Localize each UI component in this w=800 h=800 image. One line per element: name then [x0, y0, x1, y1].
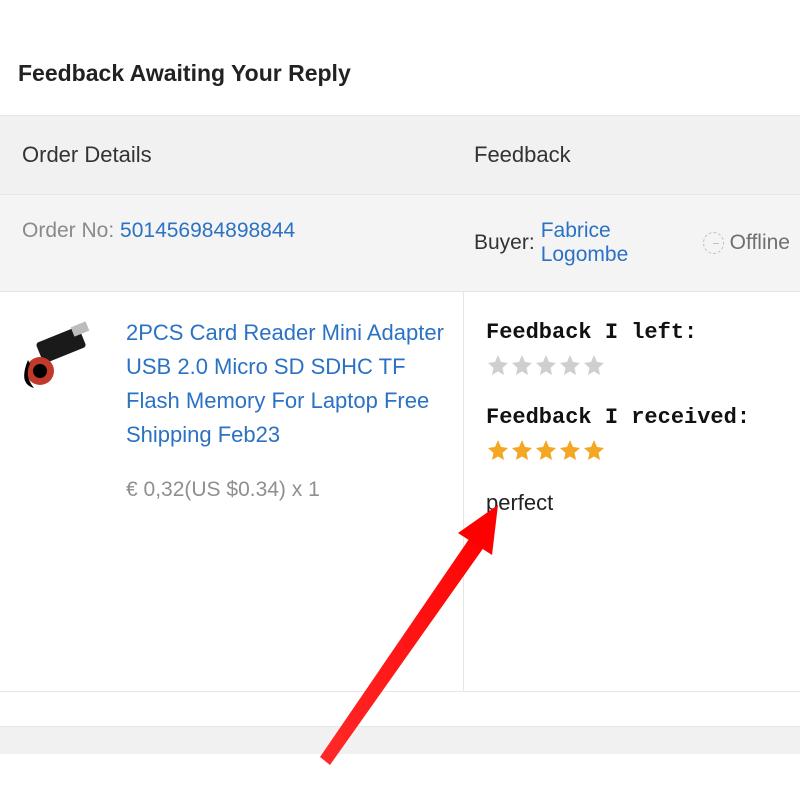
star-icon — [534, 353, 558, 377]
star-icon — [510, 438, 534, 462]
feedback-body-row: 2PCS Card Reader Mini Adapter USB 2.0 Mi… — [0, 292, 800, 692]
feedback-left-stars — [486, 353, 778, 377]
buyer-cell: Buyer: Fabrice Logombe Offline — [464, 219, 800, 267]
feedback-received-text: perfect — [486, 490, 778, 516]
feedback-cell: Feedback I left: Feedback I received: pe… — [464, 292, 800, 691]
footer-bar — [0, 726, 800, 754]
clock-icon — [703, 232, 724, 254]
feedback-received-label: Feedback I received: — [486, 405, 778, 430]
feedback-received-stars — [486, 438, 778, 462]
order-no-label: Order No: — [22, 219, 120, 242]
table-header-row: Order Details Feedback — [0, 115, 800, 195]
buyer-status: Offline — [730, 231, 790, 255]
star-icon — [558, 353, 582, 377]
product-title-link[interactable]: 2PCS Card Reader Mini Adapter USB 2.0 Mi… — [126, 316, 445, 452]
feedback-left-label: Feedback I left: — [486, 320, 778, 345]
product-thumbnail[interactable] — [18, 316, 108, 406]
product-cell: 2PCS Card Reader Mini Adapter USB 2.0 Mi… — [0, 292, 464, 691]
buyer-label: Buyer: — [474, 231, 535, 255]
star-icon — [510, 353, 534, 377]
page-title: Feedback Awaiting Your Reply — [0, 0, 800, 115]
star-icon — [486, 353, 510, 377]
star-icon — [582, 438, 606, 462]
buyer-name-link[interactable]: Fabrice Logombe — [541, 219, 697, 267]
order-no-link[interactable]: 501456984898844 — [120, 219, 295, 242]
column-header-feedback: Feedback — [464, 116, 800, 194]
product-info: 2PCS Card Reader Mini Adapter USB 2.0 Mi… — [126, 316, 445, 667]
star-icon — [582, 353, 606, 377]
order-summary-row: Order No: 501456984898844 Buyer: Fabrice… — [0, 195, 800, 292]
product-price: € 0,32(US $0.34) x 1 — [126, 478, 445, 502]
star-icon — [486, 438, 510, 462]
order-number-cell: Order No: 501456984898844 — [0, 219, 464, 267]
star-icon — [534, 438, 558, 462]
column-header-order-details: Order Details — [0, 116, 464, 194]
star-icon — [558, 438, 582, 462]
